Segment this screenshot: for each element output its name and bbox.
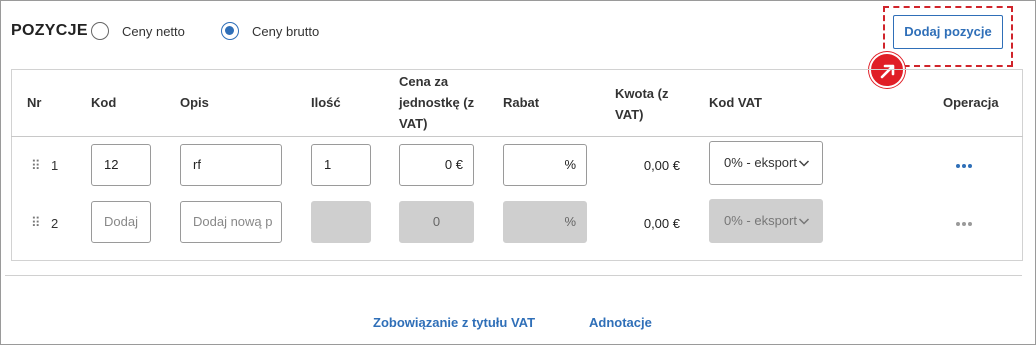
- more-options-icon[interactable]: [956, 162, 976, 170]
- kod-input[interactable]: 12: [91, 144, 151, 186]
- column-header-nr: Nr: [27, 95, 42, 110]
- add-position-button[interactable]: Dodaj pozycje: [893, 15, 1003, 49]
- drag-handle-icon[interactable]: ⠿: [31, 215, 40, 231]
- vat-liability-link[interactable]: Zobowiązanie z tytułu VAT: [373, 315, 535, 330]
- radio-ceny-brutto[interactable]: [221, 22, 239, 40]
- radio-ceny-netto-label[interactable]: Ceny netto: [122, 24, 185, 39]
- ilosc-input[interactable]: 1: [311, 144, 371, 186]
- kod-vat-select[interactable]: 0% - eksport: [709, 141, 823, 185]
- radio-ceny-netto[interactable]: [91, 22, 109, 40]
- cena-input-disabled: 0: [399, 201, 474, 243]
- column-header-kod-vat: Kod VAT: [709, 95, 762, 110]
- section-title: POZYCJE: [11, 22, 88, 39]
- kod-vat-select-value: 0% - eksport: [724, 155, 797, 170]
- column-header-opis: Opis: [180, 95, 209, 110]
- kod-vat-select-value: 0% - eksport: [724, 213, 797, 228]
- chevron-down-icon: [798, 160, 810, 167]
- kod-input[interactable]: Dodaj: [91, 201, 151, 243]
- opis-input[interactable]: Dodaj nową p: [180, 201, 282, 243]
- column-header-cena: Cena za jednostkę (z VAT): [399, 74, 475, 131]
- drag-handle-icon[interactable]: ⠿: [31, 158, 40, 174]
- notes-link[interactable]: Adnotacje: [589, 315, 652, 330]
- more-options-icon[interactable]: [956, 220, 976, 228]
- rabat-input[interactable]: %: [503, 144, 587, 186]
- kwota-value: 0,00 €: [643, 158, 680, 173]
- column-header-kod: Kod: [91, 95, 117, 110]
- cena-input[interactable]: 0 €: [399, 144, 474, 186]
- ilosc-input-disabled: [311, 201, 371, 243]
- column-header-rabat: Rabat: [503, 95, 540, 110]
- column-header-kwota: Kwota (z VAT): [615, 86, 669, 122]
- kod-vat-select-disabled: 0% - eksport: [709, 199, 823, 243]
- radio-ceny-brutto-label[interactable]: Ceny brutto: [252, 24, 319, 39]
- row-number: 1: [51, 158, 59, 173]
- header-divider: [11, 136, 1023, 137]
- rabat-input-disabled: %: [503, 201, 587, 243]
- footer-divider: [5, 275, 1022, 276]
- row-number: 2: [51, 216, 59, 231]
- kwota-value: 0,00 €: [643, 216, 680, 231]
- column-header-operacja: Operacja: [943, 95, 999, 110]
- column-header-ilosc: Ilość: [311, 95, 341, 110]
- opis-input[interactable]: rf: [180, 144, 282, 186]
- chevron-down-icon: [798, 218, 810, 225]
